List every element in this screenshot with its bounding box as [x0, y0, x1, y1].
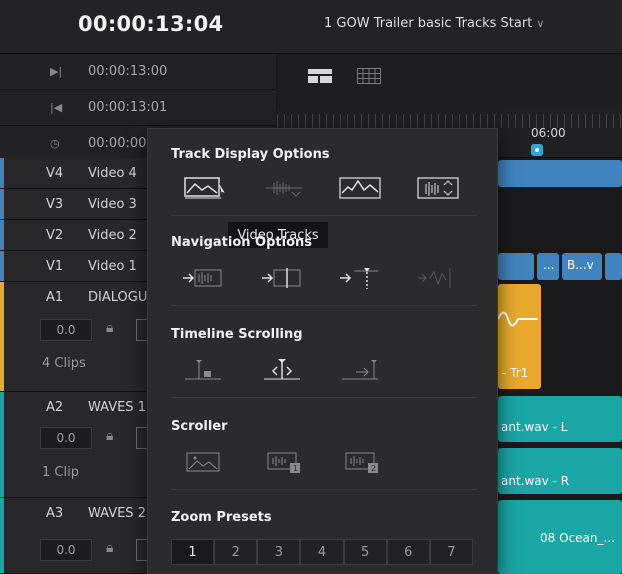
timeline-clip-a2-r[interactable]: ant.wav - R	[498, 448, 622, 494]
zoom-preset-1[interactable]: 1	[171, 539, 215, 565]
zoom-presets-title: Zoom Presets	[171, 510, 272, 525]
timeline-clip-v1[interactable]	[498, 253, 534, 280]
track-header-a1[interactable]: A1 DIALOGU 0.0 🔒︎ 4 Clips	[0, 282, 160, 392]
zoom-preset-7[interactable]: 7	[429, 539, 473, 565]
track-clip-count: 1 Clip	[42, 465, 79, 480]
track-header-v3[interactable]: V3 Video 3	[0, 189, 160, 220]
track-id: A2	[46, 400, 64, 415]
track-header-v1[interactable]: V1 Video 1	[0, 251, 160, 282]
track-height-button[interactable]	[416, 175, 460, 201]
track-volume-field[interactable]: 0.0	[40, 427, 92, 449]
scroll-option-page[interactable]	[338, 357, 382, 383]
in-point-row: ▶| 00:00:13:00	[0, 54, 276, 90]
scroller-title: Scroller	[171, 419, 228, 434]
clock-icon: ◷	[50, 137, 60, 150]
track-clip-count: 4 Clips	[42, 356, 86, 371]
scroller-video-button[interactable]	[181, 449, 225, 475]
zoom-preset-5[interactable]: 5	[343, 539, 387, 565]
lock-icon[interactable]: 🔒︎	[106, 428, 113, 444]
timeline-scrolling-title: Timeline Scrolling	[171, 327, 303, 342]
track-id: V3	[46, 197, 64, 212]
track-header-v4[interactable]: V4 Video 4	[0, 158, 160, 189]
track-header-a2[interactable]: A2 WAVES 1 0.0 🔒︎ 1 Clip	[0, 392, 160, 498]
chevron-down-icon: ∨	[536, 17, 545, 30]
timeline-name: 1 GOW Trailer basic Tracks Start	[324, 16, 533, 31]
svg-text:1: 1	[293, 464, 298, 473]
scroller-audio-2-button[interactable]: 2	[340, 449, 384, 475]
timeline-view-options-popup: Track Display Options Video Tracks Navig…	[147, 128, 498, 574]
timeline-clip-a3[interactable]: 08 Ocean_...	[498, 500, 622, 574]
track-header-a3[interactable]: A3 WAVES 2 0.0 🔒︎	[0, 498, 160, 574]
track-name: Video 4	[88, 166, 137, 181]
zoom-preset-4[interactable]: 4	[300, 539, 344, 565]
track-name: WAVES 2	[88, 506, 146, 521]
grid-view-icon[interactable]	[357, 68, 381, 88]
track-id: A3	[46, 506, 64, 521]
scroll-option-center[interactable]	[260, 357, 304, 383]
timeline-header-bar: 00:00:13:04 1 GOW Trailer basic Tracks S…	[0, 0, 622, 54]
audio-waveforms-button[interactable]	[262, 175, 306, 201]
timeline-clip-v1-b[interactable]: B...v	[562, 253, 602, 280]
timeline-clip-v1-end[interactable]	[605, 253, 622, 280]
zoom-preset-2[interactable]: 2	[214, 539, 258, 565]
nav-scroll-option-4[interactable]	[416, 265, 460, 291]
track-id: V4	[46, 166, 64, 181]
track-name: DIALOGU	[88, 290, 148, 305]
out-timecode: 00:00:13:01	[88, 100, 168, 115]
track-header-v2[interactable]: V2 Video 2	[0, 220, 160, 251]
in-timecode: 00:00:13:00	[88, 64, 168, 79]
zoom-presets: 1 2 3 4 5 6 7	[171, 539, 473, 565]
timeline-view-options-icon[interactable]	[307, 68, 333, 88]
track-id: V2	[46, 228, 64, 243]
playhead-marker[interactable]	[531, 144, 543, 156]
timeline-selector[interactable]: 1 GOW Trailer basic Tracks Start ∨	[324, 16, 544, 31]
video-tracks-button[interactable]	[181, 175, 225, 201]
track-volume-field[interactable]: 0.0	[40, 539, 92, 561]
scroll-option-locked[interactable]	[181, 357, 225, 383]
track-id: A1	[46, 290, 64, 305]
ruler-label: 06:00	[531, 126, 566, 140]
timeline-clip-a1[interactable]: - Tr1	[498, 284, 541, 389]
timeline-clip-v4[interactable]	[498, 160, 622, 187]
track-name: Video 2	[88, 228, 137, 243]
full-waveform-button[interactable]	[338, 175, 382, 201]
track-name: Video 1	[88, 259, 137, 274]
scroller-audio-1-button[interactable]: 1	[262, 449, 306, 475]
lock-icon[interactable]: 🔒︎	[106, 540, 113, 556]
track-id: V1	[46, 259, 64, 274]
track-display-options-title: Track Display Options	[171, 147, 330, 162]
duration-timecode: 00:00:00	[88, 136, 147, 151]
lock-icon[interactable]: 🔒︎	[106, 320, 113, 336]
svg-text:2: 2	[371, 464, 376, 473]
current-timecode[interactable]: 00:00:13:04	[78, 12, 223, 36]
timeline-clip-a2-l[interactable]: ant.wav - L	[498, 396, 622, 442]
zoom-preset-6[interactable]: 6	[386, 539, 430, 565]
timeline-clip-v1-dots[interactable]: ...	[537, 253, 559, 280]
navigation-options-title: Navigation Options	[171, 235, 312, 250]
nav-scroll-option-1[interactable]	[181, 265, 225, 291]
go-to-start-icon: |◀	[50, 101, 63, 114]
track-name: WAVES 1	[88, 400, 146, 415]
nav-scroll-option-2[interactable]	[260, 265, 304, 291]
nav-scroll-option-3[interactable]	[338, 265, 382, 291]
track-volume-field[interactable]: 0.0	[40, 319, 92, 341]
play-to-end-icon: ▶|	[50, 65, 63, 78]
track-name: Video 3	[88, 197, 137, 212]
timeline-view-bar	[277, 54, 622, 108]
out-point-row: |◀ 00:00:13:01	[0, 90, 276, 126]
zoom-preset-3[interactable]: 3	[257, 539, 301, 565]
